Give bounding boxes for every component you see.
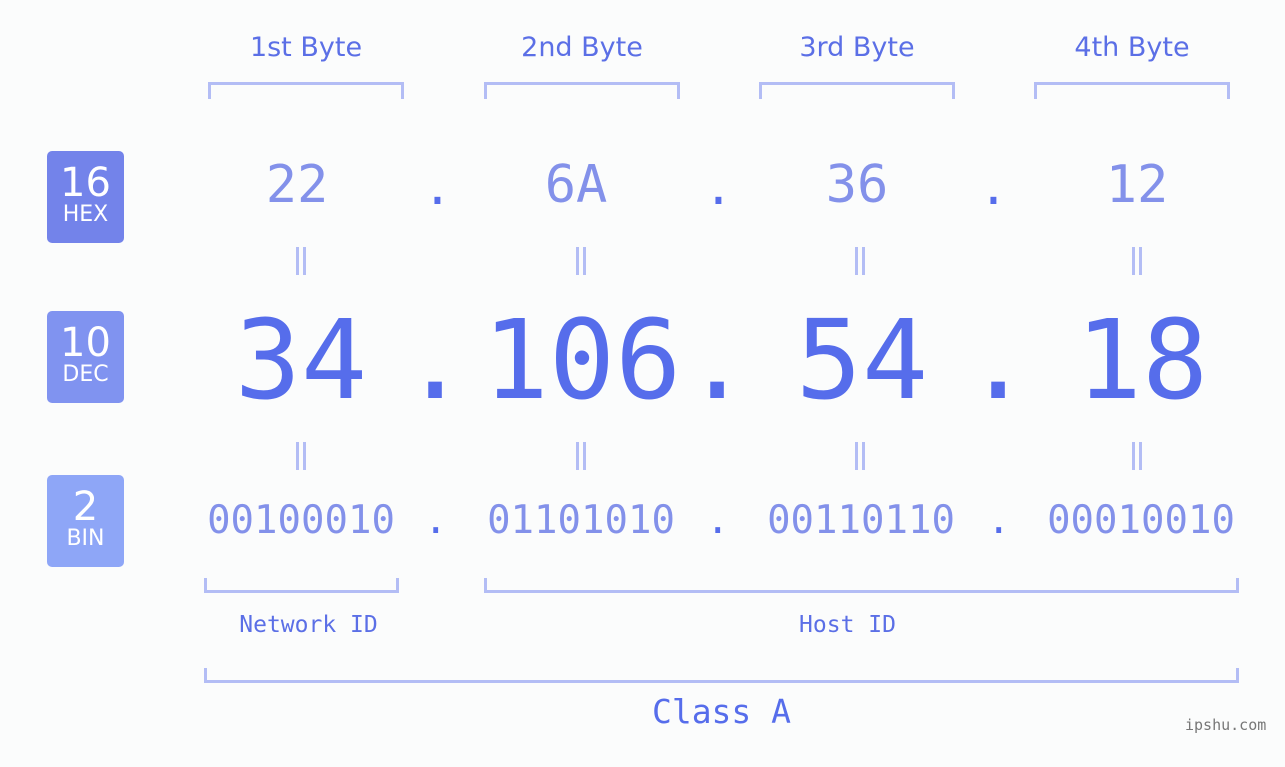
byte-bracket-1 (208, 82, 404, 99)
hex-byte-2: 6A (544, 155, 608, 215)
dec-base-label: DEC (62, 362, 109, 387)
bin-byte-1: 00100010 (207, 498, 395, 543)
equals-icon (570, 247, 590, 275)
dec-byte-1: 34 (234, 296, 368, 424)
dec-separator: . (684, 296, 751, 424)
bin-base-number: 2 (72, 484, 99, 530)
hex-byte-1: 22 (265, 155, 329, 215)
byte-bracket-2 (484, 82, 680, 99)
byte-header-2: 2nd Byte (521, 32, 643, 63)
byte-bracket-3 (759, 82, 955, 99)
dec-separator: . (965, 296, 1032, 424)
bin-byte-3: 00110110 (767, 498, 955, 543)
network-id-bracket (204, 578, 399, 593)
byte-header-4: 4th Byte (1074, 32, 1190, 63)
byte-bracket-4 (1034, 82, 1230, 99)
watermark: ipshu.com (1185, 716, 1267, 734)
dec-badge: 10 DEC (47, 311, 124, 403)
byte-header-1: 1st Byte (249, 32, 363, 63)
host-id-bracket (484, 578, 1239, 593)
bin-separator: . (987, 498, 1011, 543)
dec-separator: . (402, 296, 469, 424)
hex-byte-3: 36 (825, 155, 889, 215)
byte-header-3: 3rd Byte (799, 32, 915, 63)
hex-separator: . (704, 160, 733, 216)
dec-base-number: 10 (60, 320, 111, 366)
bin-byte-4: 00010010 (1047, 498, 1235, 543)
equals-icon (1126, 442, 1146, 470)
dec-byte-4: 18 (1075, 296, 1209, 424)
dec-byte-3: 54 (795, 296, 929, 424)
bin-separator: . (706, 498, 730, 543)
hex-base-label: HEX (62, 202, 109, 227)
bin-separator: . (424, 498, 448, 543)
bin-badge: 2 BIN (47, 475, 124, 567)
equals-icon (849, 442, 869, 470)
hex-badge: 16 HEX (47, 151, 124, 243)
class-label: Class A (651, 692, 792, 731)
equals-icon (290, 247, 310, 275)
equals-icon (849, 247, 869, 275)
host-id-label: Host ID (799, 612, 896, 638)
hex-separator: . (423, 160, 452, 216)
hex-byte-4: 12 (1105, 155, 1169, 215)
equals-icon (290, 442, 310, 470)
hex-base-number: 16 (60, 160, 111, 206)
bin-byte-2: 01101010 (487, 498, 675, 543)
network-id-label: Network ID (239, 612, 378, 638)
dec-byte-2: 106 (482, 296, 682, 424)
equals-icon (570, 442, 590, 470)
bin-base-label: BIN (66, 526, 105, 551)
hex-separator: . (979, 160, 1008, 216)
equals-icon (1126, 247, 1146, 275)
class-bracket (204, 668, 1239, 683)
